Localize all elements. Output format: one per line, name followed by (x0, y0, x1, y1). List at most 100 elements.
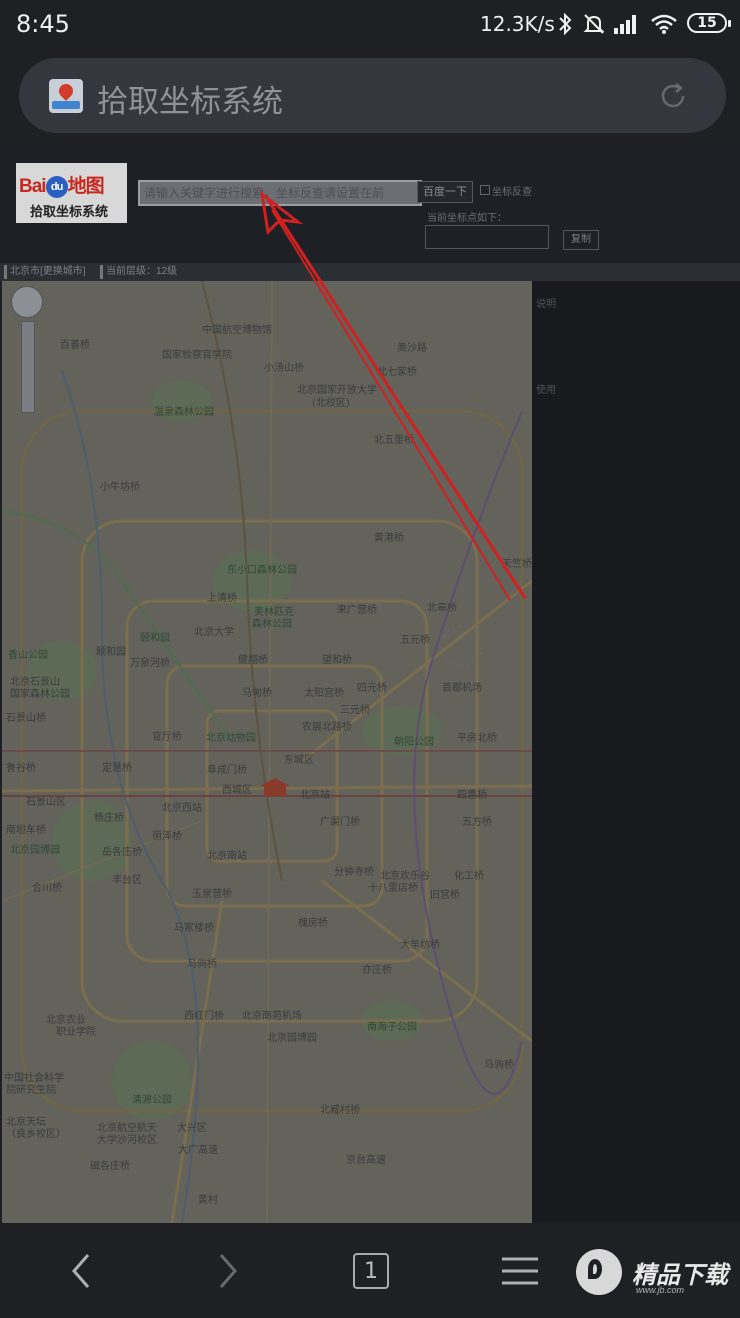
watermark-url: www.jb.com (636, 1285, 685, 1295)
map-label: 天竺桥 (502, 559, 532, 570)
map-label: 丰台区 (112, 875, 142, 886)
map-label: 四元桥 (357, 683, 387, 694)
copy-button[interactable]: 复制 (563, 230, 599, 250)
map-roads (2, 281, 532, 1223)
help-panel: 说明 使用 (532, 281, 740, 1223)
map-label: 北五里桥 (374, 435, 414, 446)
map-label: 奥沙路 (397, 343, 427, 354)
map-label: 朝阳公园 (394, 737, 434, 748)
map-label: 大广高速 (178, 1145, 218, 1156)
map-label: 大兴区 (177, 1123, 207, 1134)
map-label: 北京园博园 (10, 845, 60, 856)
map-label: 中国航空博物馆 (202, 325, 272, 336)
map-label: 岳各庄桥 (102, 847, 142, 858)
menu-icon[interactable] (500, 1251, 540, 1291)
map-label: 广渠门桥 (320, 817, 360, 828)
map-label: 南坦车桥 (6, 825, 46, 836)
map-label: 黄村 (198, 1195, 218, 1206)
map-info-bar: 北京市[更换城市] 当前层级：12级 (0, 263, 740, 281)
map-label: 槐房桥 (298, 918, 328, 929)
coord-output-field[interactable] (425, 225, 549, 249)
map-label: 化工桥 (454, 871, 484, 882)
map-label: 合川桥 (32, 883, 62, 894)
map-label: 十八里店桥 (368, 883, 418, 894)
reverse-lookup-checkbox[interactable] (480, 185, 490, 195)
reverse-lookup-label: 坐标反查 (492, 187, 532, 198)
map-label: 北京南苑机场 (242, 1011, 302, 1022)
map-label: 马驹桥 (484, 1060, 514, 1071)
map-label: 来广营桥 (337, 605, 377, 616)
wifi-icon (651, 14, 677, 34)
map-label: 分钟寺桥 (334, 867, 374, 878)
clock: 8:45 (16, 10, 70, 38)
map-label: 太阳宫桥 (304, 688, 344, 699)
map-label: 北京动物园 (206, 733, 256, 744)
map-label: 上清桥 (207, 593, 237, 604)
map-label: 三元桥 (340, 705, 370, 716)
browser-bottom-bar: 1 精品下载 www.jb.com (0, 1223, 740, 1318)
map-label: 院研究生院 (6, 1085, 56, 1096)
reload-icon[interactable] (657, 80, 689, 112)
map-label: 亦庄桥 (362, 965, 392, 976)
map-label: 东城区 (284, 755, 314, 766)
map-label: 健翔桥 (238, 655, 268, 666)
map-label: 颐和园 (96, 647, 126, 658)
map-label: 小牛坊桥 (100, 482, 140, 493)
map-label: 官厅桥 (152, 732, 182, 743)
map-zoom-slider[interactable] (21, 321, 35, 413)
map-label: 四惠桥 (457, 790, 487, 801)
map-label: 黄港桥 (374, 533, 404, 544)
map-label: 鲁谷桥 (6, 763, 36, 774)
map-label: 万泉河桥 (130, 658, 170, 669)
map-label: (北校区) (312, 398, 350, 409)
keyword-search-input[interactable]: 请输入关键字进行搜索，坐标反查请设置在前 (138, 180, 422, 206)
map-label: 森林公园 (252, 619, 292, 630)
map-label: 北京大学 (194, 627, 234, 638)
map-label: 北京南站 (207, 851, 247, 862)
logo-brand: Bai du 地图 (19, 175, 105, 198)
map-label: 北京西站 (162, 803, 202, 814)
city-switch-link[interactable]: 北京市[更换城市] (4, 265, 89, 279)
map-label: 五元桥 (400, 635, 430, 646)
coord-label: 当前坐标点如下： (427, 213, 507, 224)
map-label: 大学沙河校区 (97, 1135, 157, 1146)
map-label: 北臧村桥 (320, 1105, 360, 1116)
map-label: 颐和园 (140, 633, 170, 644)
help-label: 说明 (536, 299, 556, 310)
watermark: 精品下载 www.jb.com (576, 1249, 736, 1301)
baidu-search-button[interactable]: 百度一下 (417, 181, 473, 203)
map-label: 农展北路桥 (302, 722, 352, 733)
map-label: 百善桥 (60, 340, 90, 351)
map-label: 平房北桥 (457, 733, 497, 744)
map-pin-icon (49, 79, 83, 113)
zoom-level-label: 当前层级：12级 (100, 265, 180, 279)
map-label: 马家楼桥 (174, 923, 214, 934)
bluetooth-icon (559, 12, 572, 36)
map-label: 北皋桥 (427, 603, 457, 614)
map-label: 玉泉营桥 (192, 889, 232, 900)
map-label: 定慧桥 (102, 763, 132, 774)
baidu-map-logo[interactable]: Bai du 地图 拾取坐标系统 (16, 163, 127, 223)
map-pan-control[interactable] (11, 286, 43, 318)
map-label: 香山公园 (8, 650, 48, 661)
address-bar[interactable]: 拾取坐标系统 (19, 58, 726, 133)
map-label: 杨庄桥 (94, 813, 124, 824)
map-label: （良乡校区） (6, 1129, 66, 1140)
map-label: 北京园博园 (267, 1033, 317, 1044)
map-label: 五方桥 (462, 817, 492, 828)
browser-toolbar: 拾取坐标系统 (0, 50, 740, 145)
forward-icon[interactable] (207, 1251, 247, 1291)
map-canvas[interactable]: 中国航空博物馆 国家检察官学院 小汤山桥 北京国家开放大学 (北校区) 百善桥 … (2, 281, 532, 1223)
signal-icon (614, 15, 636, 34)
map-label: 国家检察官学院 (162, 350, 232, 361)
map-label: 大羊坊桥 (400, 940, 440, 951)
watermark-logo-icon (576, 1249, 622, 1295)
page-title[interactable]: 拾取坐标系统 (97, 76, 283, 121)
back-icon[interactable] (62, 1251, 102, 1291)
network-speed: 12.3K/s (480, 12, 555, 36)
status-bar: 8:45 12.3K/s 15 (0, 0, 740, 50)
map-label: 首都机场 (442, 683, 482, 694)
map-label: 西城区 (222, 785, 252, 796)
map-label: 马甸桥 (242, 688, 272, 699)
tabs-button[interactable]: 1 (353, 1253, 389, 1289)
